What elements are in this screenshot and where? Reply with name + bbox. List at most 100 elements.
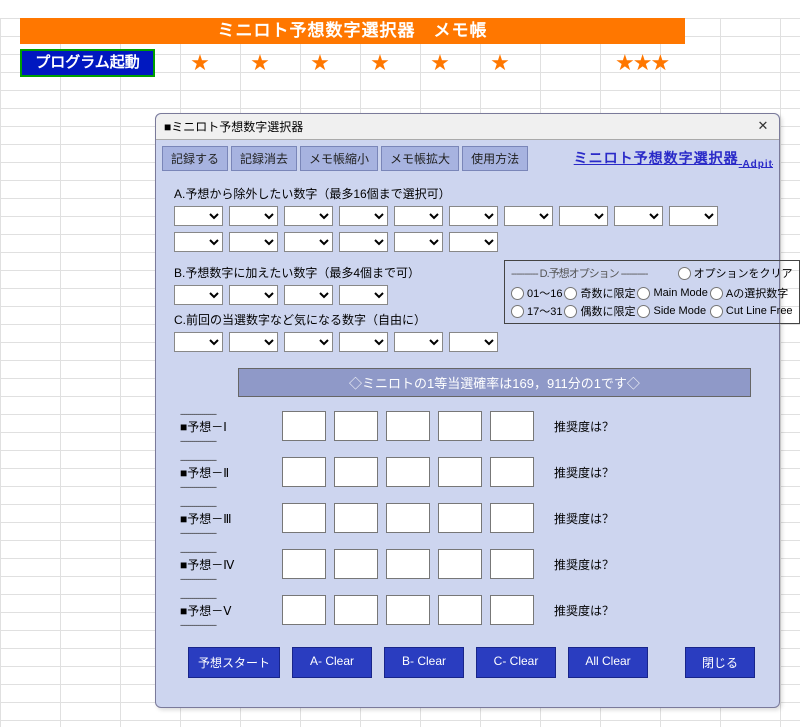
prediction-row: ■予想－Ⅱ推奨度は？ bbox=[180, 457, 763, 487]
sheet-header: ミニロト予想数字選択器 メモ帳 bbox=[20, 18, 685, 44]
star-icon: ★ bbox=[175, 50, 225, 76]
exclude-combo[interactable] bbox=[174, 232, 223, 252]
tab-memo-shrink[interactable]: メモ帳縮小 bbox=[300, 146, 378, 171]
exclude-combo[interactable] bbox=[174, 206, 223, 226]
prediction-box bbox=[386, 549, 430, 579]
include-combo[interactable] bbox=[174, 285, 223, 305]
recommend-label: 推奨度は？ bbox=[554, 602, 614, 619]
prediction-box bbox=[334, 411, 378, 441]
tab-record[interactable]: 記録する bbox=[162, 146, 228, 171]
b-clear-button[interactable]: B- Clear bbox=[384, 647, 464, 678]
prediction-box bbox=[438, 411, 482, 441]
exclude-combo[interactable] bbox=[284, 206, 333, 226]
exclude-combo[interactable] bbox=[394, 206, 443, 226]
exclude-row2 bbox=[174, 232, 769, 252]
recommend-label: 推奨度は？ bbox=[554, 464, 614, 481]
all-clear-button[interactable]: All Clear bbox=[568, 647, 648, 678]
prediction-box bbox=[490, 411, 534, 441]
tab-clear-record[interactable]: 記録消去 bbox=[231, 146, 297, 171]
start-button[interactable]: 予想スタート bbox=[188, 647, 280, 678]
probability-banner: ◇ミニロトの1等当選確率は169，911分の1です◇ bbox=[238, 368, 751, 397]
exclude-combo[interactable] bbox=[614, 206, 663, 226]
exclude-combo[interactable] bbox=[504, 206, 553, 226]
button-row: 予想スタート A- Clear B- Clear C- Clear All Cl… bbox=[174, 641, 769, 684]
tab-memo-expand[interactable]: メモ帳拡大 bbox=[381, 146, 459, 171]
option-radio[interactable]: Cut Line Free bbox=[710, 303, 793, 319]
section-a-label: A.予想から除外したい数字（最多16個まで選択可） bbox=[174, 185, 769, 202]
exclude-combo[interactable] bbox=[229, 232, 278, 252]
prediction-box bbox=[334, 595, 378, 625]
exclude-combo[interactable] bbox=[559, 206, 608, 226]
section-c-label: C.前回の当選数字など気になる数字（自由に） bbox=[174, 311, 498, 328]
exclude-combo[interactable] bbox=[449, 206, 498, 226]
option-radio[interactable]: 01～16 bbox=[511, 285, 562, 301]
prediction-box bbox=[386, 595, 430, 625]
exclude-combo[interactable] bbox=[229, 206, 278, 226]
option-radio[interactable]: 奇数に限定 bbox=[564, 285, 635, 301]
star-icon: ★ bbox=[235, 50, 285, 76]
section-b-label: B.予想数字に加えたい数字（最多4個まで可） bbox=[174, 264, 498, 281]
option-clear[interactable]: オプションをクリア bbox=[678, 265, 793, 281]
dialog-title: ■ミニロト予想数字選択器 bbox=[164, 118, 303, 135]
prediction-box bbox=[490, 457, 534, 487]
prediction-box bbox=[490, 595, 534, 625]
exclude-combo[interactable] bbox=[449, 232, 498, 252]
recommend-label: 推奨度は？ bbox=[554, 556, 614, 573]
prediction-box bbox=[386, 503, 430, 533]
star-icon: ★ bbox=[295, 50, 345, 76]
prediction-box bbox=[334, 457, 378, 487]
options-header: ---------- D.予想オプション ---------- bbox=[511, 265, 647, 281]
prediction-row: ■予想－Ⅰ 推奨度は？ bbox=[180, 411, 763, 441]
interest-combo[interactable] bbox=[339, 332, 388, 352]
option-radio[interactable]: Aの選択数字 bbox=[710, 285, 793, 301]
prediction-row: ■予想－Ⅲ推奨度は？ bbox=[180, 503, 763, 533]
options-panel: ---------- D.予想オプション ---------- オプションをクリ… bbox=[504, 260, 800, 324]
close-button[interactable]: 閉じる bbox=[685, 647, 755, 678]
prediction-box bbox=[438, 549, 482, 579]
star-icon: ★ bbox=[355, 50, 405, 76]
predictor-dialog: ■ミニロト予想数字選択器 ✕ 記録する 記録消去 メモ帳縮小 メモ帳拡大 使用方… bbox=[155, 113, 780, 708]
prediction-box bbox=[282, 411, 326, 441]
prediction-box bbox=[438, 457, 482, 487]
prediction-box bbox=[386, 457, 430, 487]
include-combo[interactable] bbox=[284, 285, 333, 305]
exclude-row1 bbox=[174, 206, 769, 226]
option-radio[interactable]: 偶数に限定 bbox=[564, 303, 635, 319]
prediction-row: ■予想－Ⅴ推奨度は？ bbox=[180, 595, 763, 625]
exclude-combo[interactable] bbox=[284, 232, 333, 252]
prediction-box bbox=[490, 503, 534, 533]
brand-link[interactable]: ミニロト予想数字選択器 Adpit bbox=[574, 148, 773, 170]
interest-combo[interactable] bbox=[449, 332, 498, 352]
prediction-box bbox=[490, 549, 534, 579]
dialog-titlebar: ■ミニロト予想数字選択器 ✕ bbox=[156, 114, 779, 140]
c-clear-button[interactable]: C- Clear bbox=[476, 647, 556, 678]
prediction-box bbox=[438, 503, 482, 533]
exclude-combo[interactable] bbox=[394, 232, 443, 252]
recommend-label: 推奨度は？ bbox=[554, 418, 614, 435]
interest-combo[interactable] bbox=[174, 332, 223, 352]
prediction-box bbox=[282, 457, 326, 487]
close-icon[interactable]: ✕ bbox=[753, 117, 773, 137]
tab-help[interactable]: 使用方法 bbox=[462, 146, 528, 171]
star-row: ★ ★ ★ ★ ★ ★ ★★★ bbox=[175, 50, 800, 76]
option-radio[interactable]: Main Mode bbox=[637, 285, 707, 301]
option-radio[interactable]: Side Mode bbox=[637, 303, 707, 319]
prediction-label: ■予想－Ⅳ bbox=[180, 556, 274, 573]
launch-program-button[interactable]: プログラム起動 bbox=[20, 49, 155, 77]
interest-combo[interactable] bbox=[229, 332, 278, 352]
interest-row bbox=[174, 332, 498, 352]
exclude-combo[interactable] bbox=[339, 206, 388, 226]
star-icon: ★ bbox=[415, 50, 465, 76]
a-clear-button[interactable]: A- Clear bbox=[292, 647, 372, 678]
interest-combo[interactable] bbox=[284, 332, 333, 352]
exclude-combo[interactable] bbox=[339, 232, 388, 252]
include-combo[interactable] bbox=[339, 285, 388, 305]
exclude-combo[interactable] bbox=[669, 206, 718, 226]
prediction-label: ■予想－Ⅰ bbox=[180, 418, 274, 435]
include-combo[interactable] bbox=[229, 285, 278, 305]
include-row bbox=[174, 285, 498, 305]
interest-combo[interactable] bbox=[394, 332, 443, 352]
prediction-row: ■予想－Ⅳ 推奨度は？ bbox=[180, 549, 763, 579]
option-radio[interactable]: 17～31 bbox=[511, 303, 562, 319]
star-icon: ★★★ bbox=[615, 50, 665, 76]
